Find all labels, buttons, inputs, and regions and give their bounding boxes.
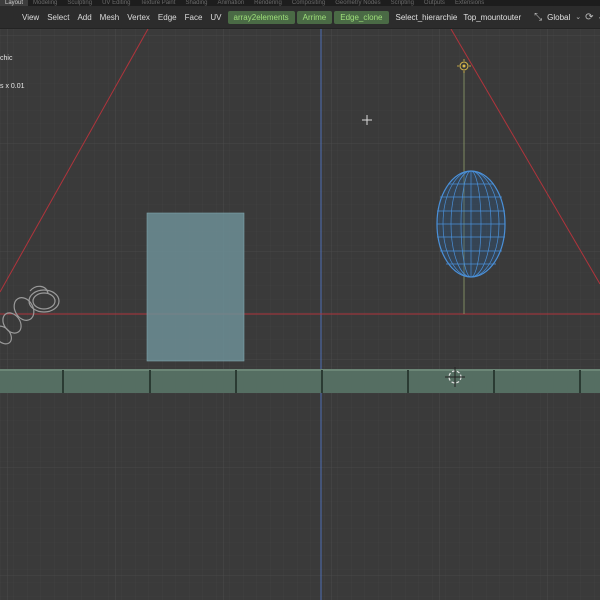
3d-viewport[interactable]: chic s x 0.01 <box>0 29 600 600</box>
menu-mesh[interactable]: Mesh <box>96 13 124 22</box>
chevron-down-icon[interactable]: ⌄ <box>573 13 583 21</box>
viewport-header: View Select Add Mesh Vertex Edge Face UV… <box>0 6 600 29</box>
track-segments[interactable] <box>0 369 600 393</box>
top-mountouter-label[interactable]: Top_mountouter <box>460 13 524 22</box>
tool-edge-clone[interactable]: Edge_clone <box>334 10 389 24</box>
menu-face[interactable]: Face <box>181 13 207 22</box>
menu-add[interactable]: Add <box>73 13 95 22</box>
orientation-icon[interactable]: ⤡ <box>532 12 544 23</box>
menu-select[interactable]: Select <box>43 13 73 22</box>
transform-orientation-select[interactable]: Global <box>544 13 573 22</box>
tool-array2elements[interactable]: array2elements <box>227 10 295 24</box>
viewport-info-line1: chic <box>0 55 13 62</box>
menu-view[interactable]: View <box>18 13 43 22</box>
viewport-scene <box>0 29 600 600</box>
menu-edge[interactable]: Edge <box>154 13 181 22</box>
viewport-info-line2: s x 0.01 <box>0 83 25 90</box>
plane-object[interactable] <box>146 212 245 362</box>
snap-icon[interactable]: ⟳ <box>583 12 595 23</box>
menu-vertex[interactable]: Vertex <box>123 13 154 22</box>
select-hierarchie-label[interactable]: Select_hierarchie <box>393 13 461 22</box>
chevron-down-icon[interactable]: ⌄ <box>596 13 600 21</box>
tool-arrime[interactable]: Arrime <box>296 10 333 24</box>
menu-uv[interactable]: UV <box>206 13 225 22</box>
wireframe-sphere[interactable] <box>436 170 506 278</box>
